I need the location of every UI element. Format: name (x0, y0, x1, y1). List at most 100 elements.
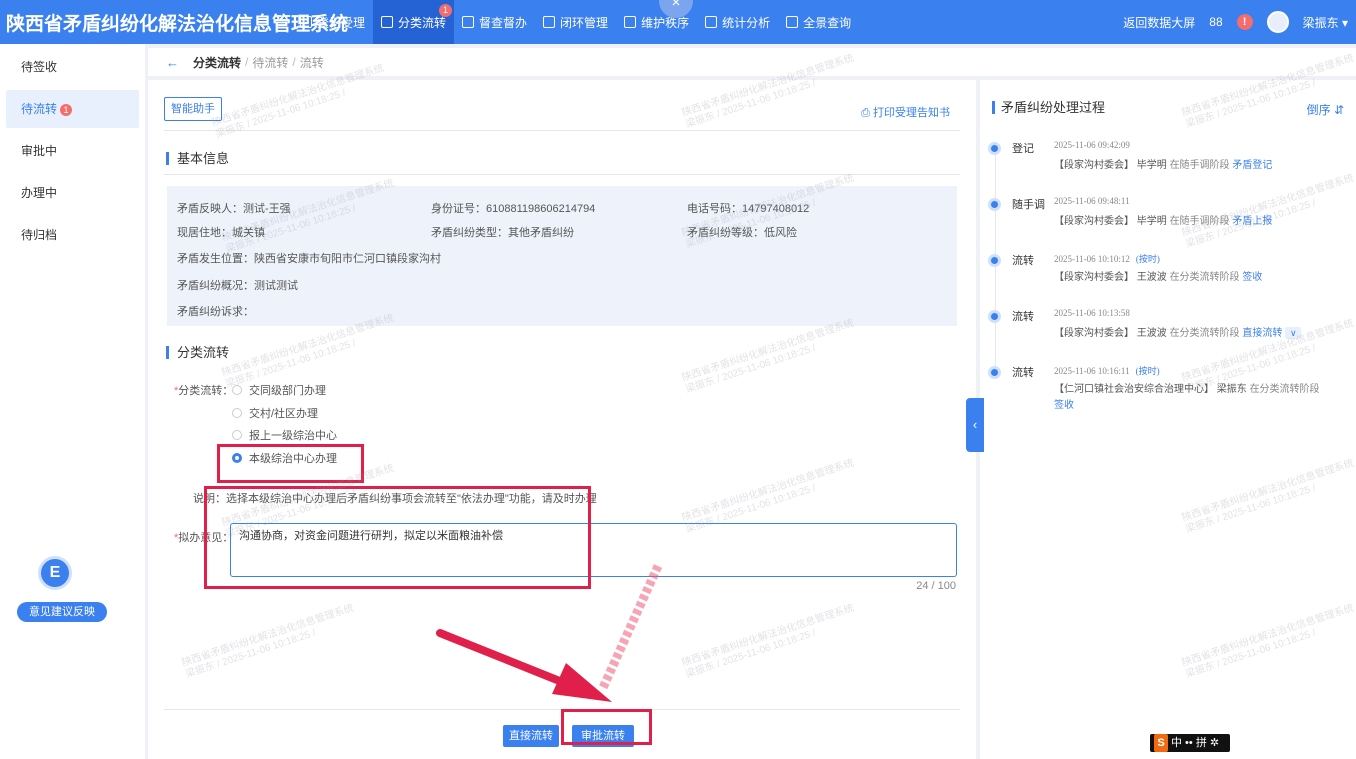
timeline-dot (988, 142, 1001, 155)
sort-toggle[interactable]: 倒序 ⇵ (1307, 101, 1344, 118)
timeline-dot (988, 310, 1001, 323)
sidebar-item-label: 审批中 (21, 144, 58, 158)
timeline-stage: 在分类流转阶段 (1169, 328, 1240, 339)
nav-transfer[interactable]: 分类流转 1 (373, 0, 455, 44)
overview-value: 矛盾纠纷概况：测试测试 (177, 280, 298, 292)
timeline-org: 【段家沟村委会】 (1054, 160, 1134, 171)
app-title: 陕西省矛盾纠纷化解法治化信息管理系统 (6, 13, 349, 35)
timeline-type: 流转 (1012, 367, 1034, 379)
sidebar-item-archive[interactable]: 待归档 (0, 214, 145, 256)
nav-query[interactable]: 全景查询 (778, 0, 859, 44)
nav-stats[interactable]: 统计分析 (697, 0, 778, 44)
breadcrumb: ← 分类流转 / 待流转 / 流转 (148, 48, 1356, 76)
timeline-timestamp: 2025-11-06 10:13:58 (1054, 308, 1130, 318)
basic-info-box: 矛盾反映人：测试-王强 身份证号：610881198606214794 电话号码… (167, 186, 957, 326)
timeline-person: 王波波 (1136, 272, 1167, 283)
register-icon (300, 16, 312, 28)
nav-register[interactable]: 登记受理 (292, 0, 373, 44)
breadcrumb-level3: 流转 (299, 55, 324, 70)
collapse-panel-icon[interactable]: ‹ (966, 398, 984, 452)
timeline-desc: 【段家沟村委会】 王波波 在分类流转阶段 直接流转 ∨ (1054, 326, 1302, 342)
nav-label: 统计分析 (722, 15, 771, 30)
sidebar-badge: 1 (60, 103, 73, 116)
sidebar-item-approving[interactable]: 审批中 (0, 130, 145, 172)
ontime-tag: (按时) (1135, 366, 1160, 376)
address-value: 现居住地：城关镇 (177, 227, 265, 239)
timeline-org: 【段家沟村委会】 (1054, 272, 1134, 283)
sidebar-item-label: 办理中 (21, 186, 58, 200)
timeline-org: 【段家沟村委会】 (1054, 328, 1134, 339)
timeline-action[interactable]: 矛盾上报 (1232, 216, 1272, 227)
nav-label: 闭环管理 (560, 15, 609, 30)
radio-same-level-dept[interactable]: 交同级部门办理 (232, 382, 326, 398)
direct-transfer-button[interactable]: 直接流转 (503, 725, 559, 747)
highlight-box-note (204, 486, 591, 589)
top-navbar: 陕西省矛盾纠纷化解法治化信息管理系统 登记受理 分类流转 1 督查督办 闭环管理 … (0, 0, 1356, 44)
timeline-time: 2025-11-06 10:13:58 (1054, 308, 1136, 318)
sidebar-item-label: 待流转 (21, 102, 58, 116)
timeline-person: 毕学明 (1136, 160, 1167, 171)
radio-label: 交村/社区办理 (249, 408, 319, 420)
order-icon (624, 16, 637, 28)
query-icon (786, 16, 799, 28)
section-title-basic-info: 基本信息 (166, 152, 229, 165)
timeline-action[interactable]: 签收 (1054, 400, 1074, 411)
ontime-tag: (按时) (1135, 254, 1160, 264)
chevron-down-icon[interactable]: ∨ (1285, 327, 1302, 339)
sidebar-item-pending-transfer[interactable]: 待流转 1 (6, 90, 139, 128)
timeline-desc: 【段家沟村委会】 毕学明 在随手调阶段 矛盾登记 (1054, 158, 1272, 174)
nav-supervise[interactable]: 督查督办 (454, 0, 535, 44)
breadcrumb-level2[interactable]: 待流转 (252, 54, 288, 71)
user-menu[interactable]: 梁振东 ▾ (1303, 14, 1348, 31)
appeal-value: 矛盾纠纷诉求： (177, 306, 254, 318)
sidebar-item-handling[interactable]: 办理中 (0, 172, 145, 214)
print-notice-link[interactable]: ⎙ 打印受理告知书 (861, 104, 950, 120)
radio-circle (232, 385, 242, 395)
timeline-action[interactable]: 签收 (1242, 272, 1262, 283)
nav-label: 登记受理 (317, 15, 366, 30)
process-panel: 矛盾纠纷处理过程 倒序 ⇵ 登记 2025-11-06 09:42:09 【段家… (980, 80, 1356, 759)
grid-icon[interactable]: 88 (1209, 15, 1222, 29)
nav-loop[interactable]: 闭环管理 (535, 0, 616, 44)
feedback-icon[interactable]: E (38, 556, 72, 590)
timeline-dot (988, 254, 1001, 267)
timeline-stage: 在分类流转阶段 (1169, 272, 1240, 283)
back-arrow-icon[interactable]: ← (166, 55, 179, 70)
nav-badge: 1 (439, 4, 453, 17)
radio-village-community[interactable]: 交村/社区办理 (232, 405, 318, 421)
divider (164, 130, 960, 131)
alert-icon[interactable]: ! (1236, 14, 1253, 30)
phone-value: 电话号码：14797408012 (687, 203, 810, 215)
timeline-org: 【仁河口镇社会治安综合治理中心】 (1054, 384, 1214, 395)
timeline-action[interactable]: 直接流转 (1242, 328, 1282, 339)
stats-icon (705, 16, 718, 28)
timeline-person: 王波波 (1136, 328, 1167, 339)
main-panel: 智能助手 ⎙ 打印受理告知书 基本信息 矛盾反映人：测试-王强 身份证号：610… (148, 80, 976, 759)
smart-assistant-button[interactable]: 智能助手 (164, 97, 222, 121)
divider (164, 174, 960, 175)
transfer-icon (381, 16, 394, 28)
avatar[interactable] (1266, 11, 1289, 33)
nav-label: 全景查询 (803, 15, 852, 30)
ime-text: 中 •• 拼 ✲ (1171, 737, 1220, 749)
timeline-time: 2025-11-06 10:16:11 (按时) (1054, 364, 1160, 377)
ime-logo: S (1154, 734, 1168, 752)
sidebar-item-pending-sign[interactable]: 待签收 (0, 46, 145, 88)
highlight-box-approve (561, 709, 652, 745)
main-nav: 登记受理 分类流转 1 督查督办 闭环管理 维护秩序 统计分析 全景查询 (292, 0, 859, 44)
timeline-action[interactable]: 矛盾登记 (1232, 160, 1272, 171)
location-value: 矛盾发生位置：陕西省安康市旬阳市仁河口镇段家沟村 (177, 253, 441, 265)
char-counter: 24 / 100 (916, 580, 956, 592)
nav-label: 督查督办 (479, 15, 528, 30)
radio-upper-center[interactable]: 报上一级综治中心 (232, 427, 337, 443)
breadcrumb-current: 分类流转 (193, 55, 242, 70)
feedback-button[interactable]: 意见建议反映 (17, 602, 107, 622)
transfer-label: *分类流转： (174, 385, 234, 397)
back-to-dashboard-link[interactable]: 返回数据大屏 (1123, 14, 1195, 31)
timeline-stage: 在随手调阶段 (1169, 216, 1230, 227)
timeline-desc: 【段家沟村委会】 王波波 在分类流转阶段 签收 (1054, 270, 1262, 286)
ime-indicator[interactable]: S中 •• 拼 ✲ (1150, 734, 1230, 752)
timeline-type: 流转 (1012, 311, 1034, 323)
nav-label: 分类流转 (398, 15, 447, 30)
timeline-type: 登记 (1012, 143, 1034, 155)
